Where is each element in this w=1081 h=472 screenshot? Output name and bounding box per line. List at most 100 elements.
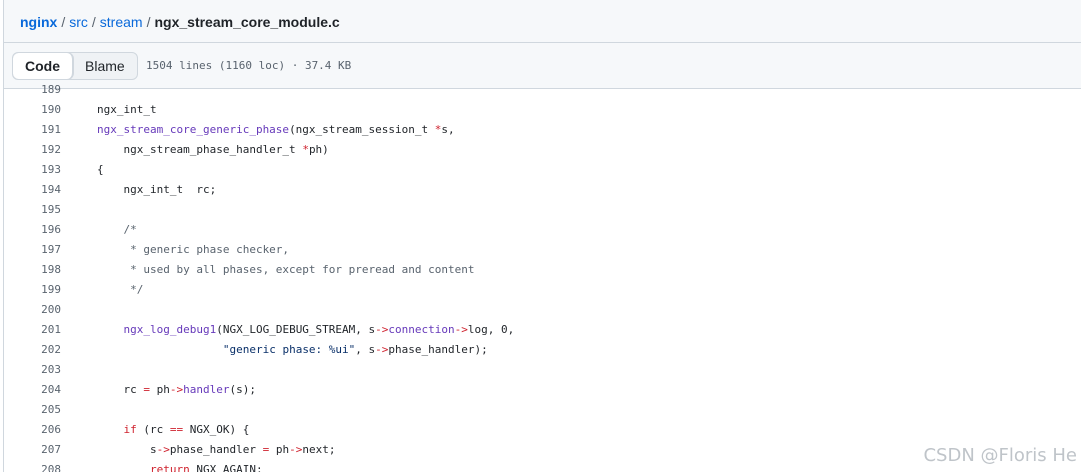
code-line: 204 rc = ph->handler(s); [4, 380, 1081, 400]
line-number[interactable]: 192 [4, 140, 61, 160]
code-token: */ [97, 283, 144, 296]
view-mode-toggle: Code Blame [12, 52, 138, 80]
file-info: 1504 lines (1160 loc) · 37.4 KB [146, 59, 352, 72]
line-code: rc = ph->handler(s); [97, 380, 255, 400]
code-token: -> [375, 343, 389, 356]
line-number[interactable]: 201 [4, 320, 61, 340]
line-code: { [97, 160, 104, 180]
breadcrumb: nginx / src / stream / ngx_stream_core_module.… [20, 12, 340, 32]
line-code: ngx_log_debug1(NGX_LOG_DEBUG_STREAM, s->… [97, 320, 515, 340]
code-token: connection [388, 323, 455, 336]
code-token: NGX_AGAIN; [189, 463, 263, 472]
code-line: 196 /* [4, 220, 1081, 240]
line-number[interactable]: 203 [4, 360, 61, 380]
blame-view-button[interactable]: Blame [73, 53, 137, 79]
code-token: -> [169, 383, 184, 396]
breadcrumb-dir-stream-link[interactable]: stream [100, 14, 143, 30]
code-line: 189 [4, 80, 1081, 100]
line-number[interactable]: 207 [4, 440, 61, 460]
code-line: 206 if (rc == NGX_OK) { [4, 420, 1081, 440]
code-token: ngx_int_t [97, 103, 157, 116]
line-number[interactable]: 204 [4, 380, 61, 400]
code-token: * generic phase checker, [97, 243, 290, 256]
breadcrumb-dir-src-link[interactable]: src [69, 14, 88, 30]
line-code: ngx_stream_core_generic_phase(ngx_stream… [97, 120, 455, 140]
code-token: -> [156, 443, 170, 456]
line-number[interactable]: 200 [4, 300, 61, 320]
code-line: 207 s->phase_handler = ph->next; [4, 440, 1081, 460]
line-number[interactable]: 202 [4, 340, 61, 360]
breadcrumb-separator: / [61, 14, 66, 30]
code-token: handler [183, 383, 230, 396]
line-number[interactable]: 205 [4, 400, 61, 420]
line-code: * used by all phases, except for preread… [97, 260, 475, 280]
line-code: ngx_int_t rc; [97, 180, 216, 200]
watermark: CSDN @Floris He [923, 445, 1077, 466]
line-code: ngx_int_t [97, 100, 157, 120]
code-view-button[interactable]: Code [13, 53, 73, 79]
line-number[interactable]: 194 [4, 180, 61, 200]
code-token: ngx_log_debug1 [123, 323, 217, 336]
code-token: * used by all phases, except for preread… [97, 263, 475, 276]
code-token: -> [375, 323, 389, 336]
code-token: phase_handler); [388, 343, 488, 356]
code-token: ngx_int_t rc; [97, 183, 217, 196]
code-listing: 189 190 ngx_int_t 191 ngx_stream_core_generi… [4, 80, 1081, 472]
code-token: ph [149, 383, 170, 396]
code-token: ngx_stream_phase_handler_t [97, 143, 303, 156]
code-token: /* [97, 223, 137, 236]
code-token: , s [355, 343, 376, 356]
code-token: s, [441, 123, 455, 136]
line-number[interactable]: 189 [4, 80, 61, 100]
code-token: "generic phase: %ui" [222, 343, 356, 356]
line-number[interactable]: 206 [4, 420, 61, 440]
code-token: * [302, 143, 309, 156]
code-line: 191 ngx_stream_core_generic_phase(ngx_str… [4, 120, 1081, 140]
line-number[interactable]: 197 [4, 240, 61, 260]
code-line: 202 "generic phase: %ui", s->phase_handl… [4, 340, 1081, 360]
line-code: /* [97, 220, 137, 240]
line-code: return NGX_AGAIN; [97, 460, 263, 472]
code-token: (NGX_LOG_DEBUG_STREAM, s [216, 323, 376, 336]
code-line: 190 ngx_int_t [4, 100, 1081, 120]
line-number[interactable]: 199 [4, 280, 61, 300]
line-code: */ [97, 280, 143, 300]
code-token: (ngx_stream_session_t [289, 123, 435, 136]
code-token: log, 0, [467, 323, 515, 336]
line-number[interactable]: 191 [4, 120, 61, 140]
line-code: ngx_stream_phase_handler_t *ph) [97, 140, 329, 160]
code-token: NGX_OK) { [183, 423, 250, 436]
code-token: s [97, 443, 157, 456]
code-token: -> [289, 443, 303, 456]
code-token: { [97, 163, 104, 176]
code-line: 198 * used by all phases, except for pre… [4, 260, 1081, 280]
breadcrumb-separator: / [146, 14, 151, 30]
code-token: phase_handler [169, 443, 263, 456]
code-token: return [149, 463, 190, 472]
line-number[interactable]: 208 [4, 460, 61, 472]
line-number[interactable]: 193 [4, 160, 61, 180]
line-code: "generic phase: %ui", s->phase_handler); [97, 340, 488, 360]
line-code: * generic phase checker, [97, 240, 289, 260]
line-number[interactable]: 195 [4, 200, 61, 220]
line-number[interactable]: 196 [4, 220, 61, 240]
code-line: 208 return NGX_AGAIN; [4, 460, 1081, 472]
breadcrumb-file-name: ngx_stream_core_module.c [154, 14, 340, 30]
code-line: 203 [4, 360, 1081, 380]
breadcrumb-repo-link[interactable]: nginx [20, 14, 57, 30]
code-line: 193 { [4, 160, 1081, 180]
line-code: if (rc == NGX_OK) { [97, 420, 250, 440]
code-token: ph) [308, 143, 329, 156]
code-token: (rc [136, 423, 170, 436]
line-number[interactable]: 190 [4, 100, 61, 120]
code-token: next; [302, 443, 336, 456]
code-line: 197 * generic phase checker, [4, 240, 1081, 260]
code-token: ph [269, 443, 290, 456]
code-line: 194 ngx_int_t rc; [4, 180, 1081, 200]
breadcrumb-bar: nginx / src / stream / ngx_stream_core_module.… [4, 0, 1081, 43]
line-number[interactable]: 198 [4, 260, 61, 280]
